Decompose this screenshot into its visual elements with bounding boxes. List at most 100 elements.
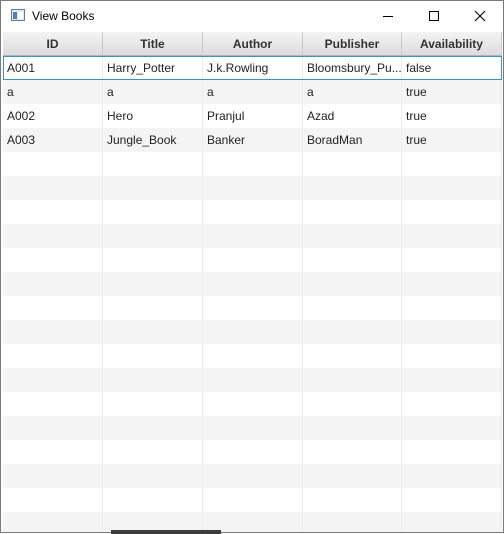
- table-cell[interactable]: [3, 200, 103, 224]
- table-cell[interactable]: [3, 440, 103, 464]
- empty-table-row[interactable]: [3, 488, 502, 512]
- empty-table-row[interactable]: [3, 392, 502, 416]
- maximize-button[interactable]: [411, 1, 457, 31]
- table-cell[interactable]: a: [3, 80, 103, 104]
- table-cell[interactable]: [402, 248, 502, 272]
- empty-table-row[interactable]: [3, 416, 502, 440]
- table-cell[interactable]: Jungle_Book: [103, 128, 203, 152]
- table-cell[interactable]: [203, 368, 303, 392]
- empty-table-row[interactable]: [3, 464, 502, 488]
- table-cell[interactable]: [303, 248, 402, 272]
- table-cell[interactable]: [3, 368, 103, 392]
- table-cell[interactable]: [402, 512, 502, 532]
- table-cell[interactable]: A003: [3, 128, 103, 152]
- table-cell[interactable]: [303, 488, 402, 512]
- table-row[interactable]: A003 Jungle_Book Banker BoradMan true: [3, 128, 502, 152]
- table-cell[interactable]: [3, 296, 103, 320]
- column-header-title[interactable]: Title: [103, 32, 203, 56]
- empty-table-row[interactable]: [3, 224, 502, 248]
- table-cell[interactable]: [103, 176, 203, 200]
- table-cell[interactable]: [103, 296, 203, 320]
- table-cell[interactable]: [203, 272, 303, 296]
- table-cell[interactable]: [203, 416, 303, 440]
- table-row[interactable]: A002 Hero Pranjul Azad true: [3, 104, 502, 128]
- empty-table-row[interactable]: [3, 440, 502, 464]
- table-cell[interactable]: [103, 392, 203, 416]
- table-cell[interactable]: [103, 344, 203, 368]
- table-cell[interactable]: [3, 272, 103, 296]
- table-cell[interactable]: [402, 272, 502, 296]
- column-header-id[interactable]: ID: [3, 32, 103, 56]
- table-cell[interactable]: A001: [3, 56, 103, 80]
- table-cell[interactable]: [3, 488, 103, 512]
- table-cell[interactable]: [103, 200, 203, 224]
- table-cell[interactable]: [402, 224, 502, 248]
- column-header-publisher[interactable]: Publisher: [303, 32, 402, 56]
- table-cell[interactable]: [103, 416, 203, 440]
- table-cell[interactable]: [303, 440, 402, 464]
- table-cell[interactable]: [303, 416, 402, 440]
- table-cell[interactable]: [402, 488, 502, 512]
- table-cell[interactable]: [203, 200, 303, 224]
- table-cell[interactable]: [303, 344, 402, 368]
- table-cell[interactable]: [303, 512, 402, 532]
- table-cell[interactable]: [402, 344, 502, 368]
- table-cell[interactable]: [402, 296, 502, 320]
- table-cell[interactable]: [303, 464, 402, 488]
- table-cell[interactable]: [103, 320, 203, 344]
- table-cell[interactable]: [303, 320, 402, 344]
- table-cell[interactable]: [3, 392, 103, 416]
- column-header-availability[interactable]: Availability: [402, 32, 502, 56]
- table-cell[interactable]: [203, 224, 303, 248]
- table-cell[interactable]: A002: [3, 104, 103, 128]
- table-cell[interactable]: [402, 200, 502, 224]
- empty-table-row[interactable]: [3, 152, 502, 176]
- table-cell[interactable]: [103, 224, 203, 248]
- table-cell[interactable]: [303, 224, 402, 248]
- table-cell[interactable]: [103, 440, 203, 464]
- table-cell[interactable]: [3, 248, 103, 272]
- table-cell[interactable]: [3, 152, 103, 176]
- table-cell[interactable]: Pranjul: [203, 104, 303, 128]
- table-cell[interactable]: [303, 272, 402, 296]
- table-cell[interactable]: Bloomsbury_Pu...: [303, 56, 402, 80]
- table-cell[interactable]: [103, 272, 203, 296]
- table-cell[interactable]: Harry_Potter: [103, 56, 203, 80]
- empty-table-row[interactable]: [3, 248, 502, 272]
- table-cell[interactable]: true: [402, 80, 502, 104]
- table-cell[interactable]: [303, 200, 402, 224]
- table-cell[interactable]: [3, 320, 103, 344]
- table-cell[interactable]: J.k.Rowling: [203, 56, 303, 80]
- table-cell[interactable]: [203, 248, 303, 272]
- table-cell[interactable]: [3, 512, 103, 532]
- table-cell[interactable]: [203, 176, 303, 200]
- table-cell[interactable]: [303, 392, 402, 416]
- minimize-button[interactable]: [365, 1, 411, 31]
- empty-table-row[interactable]: [3, 296, 502, 320]
- table-cell[interactable]: [3, 176, 103, 200]
- table-cell[interactable]: [203, 464, 303, 488]
- table-cell[interactable]: Azad: [303, 104, 402, 128]
- table-cell[interactable]: [203, 512, 303, 532]
- table-cell[interactable]: [3, 416, 103, 440]
- table-cell[interactable]: a: [103, 80, 203, 104]
- table-cell[interactable]: [402, 368, 502, 392]
- table-cell[interactable]: [402, 320, 502, 344]
- table-cell[interactable]: a: [203, 80, 303, 104]
- empty-table-row[interactable]: [3, 344, 502, 368]
- table-cell[interactable]: [402, 416, 502, 440]
- empty-table-row[interactable]: [3, 368, 502, 392]
- table-cell[interactable]: [103, 152, 203, 176]
- table-row[interactable]: a a a a true: [3, 80, 502, 104]
- table-cell[interactable]: [203, 440, 303, 464]
- table-cell[interactable]: [3, 224, 103, 248]
- table-cell[interactable]: [203, 392, 303, 416]
- empty-table-row[interactable]: [3, 320, 502, 344]
- table-cell[interactable]: [402, 440, 502, 464]
- table-cell[interactable]: [203, 344, 303, 368]
- table-row[interactable]: A001 Harry_Potter J.k.Rowling Bloomsbury_Pu…: [3, 56, 502, 80]
- table-cell[interactable]: [3, 344, 103, 368]
- table-cell[interactable]: [203, 296, 303, 320]
- empty-table-row[interactable]: [3, 200, 502, 224]
- table-cell[interactable]: true: [402, 104, 502, 128]
